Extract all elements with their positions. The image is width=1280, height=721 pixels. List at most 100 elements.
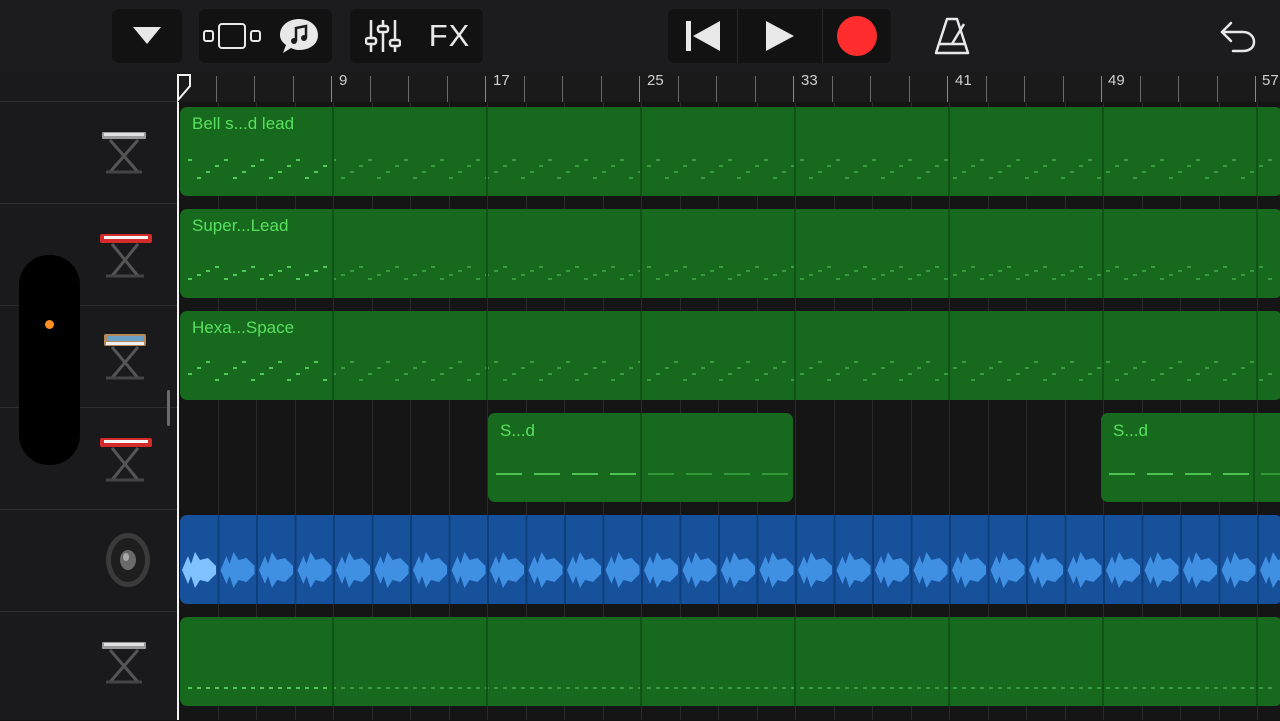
region-name: S...d [1113,421,1148,440]
region-seam [1256,311,1258,400]
play-button[interactable] [738,9,822,63]
keyboard-stand-synth-icon [104,334,146,380]
region-seam [1256,209,1258,298]
midi-region[interactable]: Hexa...Space [180,311,1280,400]
track-header-6[interactable] [0,611,177,721]
keyboard-stand-gray-icon [102,642,146,684]
ruler-tick [986,76,987,102]
track-header-5[interactable] [0,509,177,612]
waveform-segment [990,552,1025,588]
undo-button[interactable] [1208,9,1268,63]
region-seam [1256,617,1258,706]
waveform-segment [682,552,717,588]
record-icon [837,16,877,56]
region-seam [332,617,334,706]
midi-notes [188,159,1272,179]
metronome-button[interactable] [920,9,984,63]
smart-controls-button[interactable] [265,9,332,63]
midi-region[interactable]: Super...Lead [180,209,1280,298]
ruler-tick [755,76,756,102]
volume-knob[interactable] [45,320,54,329]
midi-region[interactable]: S...d [488,413,793,502]
ruler-tick [293,76,294,102]
audio-region[interactable] [180,515,1280,604]
track-headers [0,72,177,720]
region-seam [794,107,796,196]
top-toolbar: FX [0,0,1280,72]
waveform-segment [913,552,948,588]
ruler-tick [447,76,448,102]
keyboard-stand-red-icon [100,438,152,482]
keyboard-stand-red-icon [100,234,152,278]
region-seam [486,209,488,298]
triangle-down-icon [133,27,161,44]
region-seam [1102,311,1104,400]
waveform-segment [567,552,601,588]
metronome-icon [934,17,970,55]
track-lane-2: Super...Lead [179,204,1280,306]
waveform-segment [1029,552,1063,588]
master-volume-slider[interactable] [19,255,80,465]
fx-button[interactable]: FX [416,9,483,63]
region-seam [1102,107,1104,196]
timeline-ruler[interactable]: 9 17 25 33 41 49 57 [177,72,1280,102]
record-button[interactable] [823,9,891,63]
ruler-tick [793,76,794,102]
ruler-bar-label: 41 [955,72,972,89]
waveform-segment [759,552,794,588]
region-seam [640,209,642,298]
ruler-bar-label: 17 [493,72,510,89]
track-header-1[interactable] [0,101,177,204]
ruler-tick [1178,76,1179,102]
ruler-tick [832,76,833,102]
ruler-tick [1140,76,1141,102]
track-lane-4: S...d S...d [179,408,1280,510]
header-resize-grip[interactable] [167,390,170,426]
midi-region[interactable]: Bell s...d lead [180,107,1280,196]
ruler-tick [716,76,717,102]
region-seam [640,311,642,400]
region-seam [1253,413,1255,502]
waveform-segment [413,552,447,588]
tracks-menu-button[interactable] [112,9,182,63]
track-lane-3: Hexa...Space [179,306,1280,408]
track-lane-5 [179,510,1280,612]
region-seam [948,617,950,706]
region-seam [948,209,950,298]
ruler-tick [947,76,948,102]
waveform-segment [798,552,832,588]
waveform-segment [721,552,755,588]
waveform-segment [1144,552,1179,588]
region-seam [332,311,334,400]
track-view-button[interactable] [199,9,265,63]
ruler-tick [639,76,640,102]
ruler-tick [1101,76,1102,102]
ruler-tick [254,76,255,102]
waveform-segment [451,552,486,588]
track-lane-1: Bell s...d lead [179,102,1280,204]
midi-region[interactable] [180,617,1280,706]
waveform-segment [605,552,640,588]
ruler-tick [601,76,602,102]
rewind-button[interactable] [668,9,737,63]
waveform-segment [952,552,986,588]
waveform-segment [220,552,255,588]
region-seam [948,107,950,196]
region-seam [794,209,796,298]
mixer-button[interactable] [350,9,416,63]
waveform-segment [374,552,409,588]
ruler-tick [870,76,871,102]
track-area[interactable]: Bell s...d lead Super...Lead Hexa...Spac… [177,102,1280,720]
playhead-marker-icon[interactable] [177,74,191,102]
waveform-segment [297,552,332,588]
ruler-bar-label: 9 [339,72,348,89]
region-seam [1102,209,1104,298]
ruler-tick [1255,76,1256,102]
waveform-segment [336,552,370,588]
midi-region[interactable]: S...d [1101,413,1280,502]
ruler-tick [909,76,910,102]
play-icon [766,21,794,51]
waveform-segment [259,552,293,588]
mix-controls-group: FX [350,9,483,63]
region-name: S...d [500,421,535,440]
